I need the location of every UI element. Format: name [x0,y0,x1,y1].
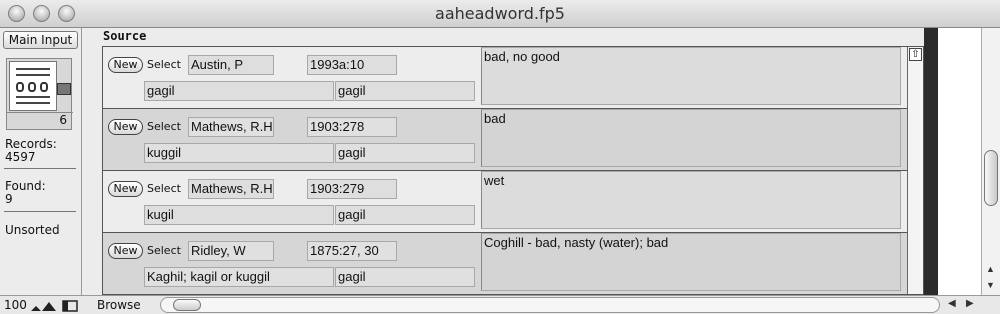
portal-row: New Select Mathews, R.H. 1903:279 kugil … [103,171,908,233]
horizontal-scroll-thumb[interactable] [173,299,201,311]
form-field[interactable]: kugil [144,205,334,225]
form-field[interactable]: gagil [144,81,334,101]
date-field[interactable]: 1903:278 [307,117,397,137]
record-slider-tab[interactable] [57,83,71,95]
horizontal-scrollbar[interactable] [160,297,940,313]
scroll-right-icon[interactable]: ▶ [966,298,974,309]
gloss-field[interactable]: bad [481,109,901,167]
status-panel: Main Input 6 Records: 4597 Found: 9 Unso… [0,28,82,295]
date-field[interactable]: 1993a:10 [307,55,397,75]
source-field[interactable]: Mathews, R.H. [188,117,274,137]
select-button[interactable]: Select [147,243,187,259]
date-field[interactable]: 1875:27, 30 [307,241,397,261]
portal-row: New Select Ridley, W 1875:27, 30 Kaghil;… [103,233,908,294]
zoom-level[interactable]: 100 [4,298,27,312]
gloss-field[interactable]: Coghill - bad, nasty (water); bad [481,233,901,291]
layout-menu-button[interactable]: Main Input [3,31,78,49]
scroll-up-icon[interactable]: ▲ [986,264,995,274]
select-button[interactable]: Select [147,181,187,197]
gloss-field[interactable]: bad, no good [481,47,901,105]
sort-status: Unsorted [5,223,60,237]
found-count: 9 [5,192,13,206]
vertical-scroll-thumb[interactable] [984,150,998,206]
portal-row: New Select Mathews, R.H. 1903:278 kuggil… [103,109,908,171]
layout-margin [924,28,981,295]
scroll-left-icon[interactable]: ◀ [948,298,956,309]
book-page [9,61,57,111]
select-button[interactable]: Select [147,57,187,73]
new-button[interactable]: New [108,243,143,259]
headword-field[interactable]: gagil [335,143,475,163]
headword-field[interactable]: gagil [335,267,475,287]
divider [4,211,76,212]
source-field[interactable]: Austin, P [188,55,274,75]
mode-label[interactable]: Browse [97,298,141,312]
headword-field[interactable]: gagil [335,205,475,225]
portal-scrollbar[interactable]: ⇧ [907,47,923,294]
up-arrow-icon[interactable]: ⇧ [909,48,922,61]
new-button[interactable]: New [108,57,143,73]
record-number[interactable]: 6 [7,113,67,127]
form-field[interactable]: Kaghil; kagil or kuggil [144,267,334,287]
divider [4,168,76,169]
source-field[interactable]: Ridley, W [188,241,274,261]
book-icon[interactable]: 6 [6,58,73,130]
headword-field[interactable]: gagil [335,81,475,101]
scroll-down-icon[interactable]: ▼ [986,280,995,290]
form-field[interactable]: kuggil [144,143,334,163]
gloss-field[interactable]: wet [481,171,901,229]
portal-row: New Select Austin, P 1993a:10 gagil gagi… [103,47,908,109]
section-label: Source [103,29,147,43]
zoom-controls-icon[interactable] [31,299,79,312]
title-bar: aaheadword.fp5 [0,0,1000,28]
select-button[interactable]: Select [147,119,187,135]
date-field[interactable]: 1903:279 [307,179,397,199]
source-field[interactable]: Mathews, R.H. [188,179,274,199]
window-title: aaheadword.fp5 [435,4,565,23]
records-count: 4597 [5,150,36,164]
new-button[interactable]: New [108,119,143,135]
status-bar: 100 Browse ◀ ▶ [0,295,1000,314]
vertical-scrollbar[interactable]: ▲ ▼ [981,28,1000,295]
layout-area: Source New Select Austin, P 1993a:10 gag… [82,28,938,295]
source-portal: New Select Austin, P 1993a:10 gagil gagi… [102,46,924,295]
layout-edge [924,28,938,295]
new-button[interactable]: New [108,181,143,197]
